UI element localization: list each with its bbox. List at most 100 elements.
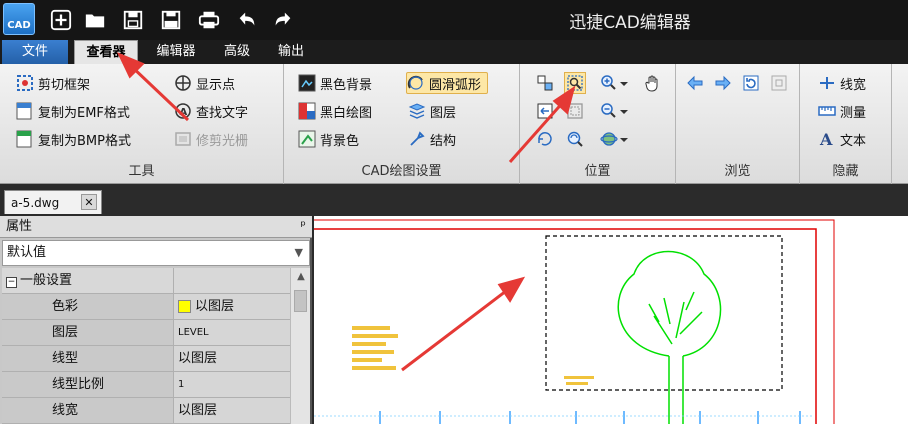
properties-selector[interactable]: 默认值 ▼ [2, 240, 310, 266]
black-white-drawing-button[interactable]: 黑白绘图 [298, 100, 372, 122]
property-value: LEVEL [174, 320, 290, 345]
undo-icon[interactable] [234, 7, 260, 33]
property-name: 图层 [2, 320, 174, 345]
zoom-in-icon[interactable] [598, 72, 620, 94]
black-white-drawing-label: 黑白绘图 [320, 105, 373, 121]
menu-bar: 文件 查看器 编辑器 高级 输出 [0, 40, 908, 64]
trim-raster-button[interactable]: 修剪光栅 [174, 128, 248, 150]
structure-icon [408, 130, 426, 148]
property-value: 以图层 [174, 398, 290, 423]
scroll-up-icon[interactable]: ▲ [291, 268, 311, 286]
text-button[interactable]: A 文本 [818, 128, 866, 150]
property-row[interactable]: 线宽 以图层 [2, 398, 290, 424]
refresh-icon[interactable] [740, 72, 762, 94]
layers-button[interactable]: 图层 [408, 100, 456, 122]
orbit-dropdown-icon[interactable] [618, 128, 630, 150]
smooth-arc-label: 圆滑弧形 [429, 77, 482, 93]
tab-output[interactable]: 输出 [266, 40, 316, 64]
copy-emf-label: 复制为EMF格式 [38, 105, 130, 121]
copy-emf-button[interactable]: 复制为EMF格式 [16, 100, 130, 122]
drawing-canvas[interactable] [314, 216, 908, 424]
zoom-out-icon[interactable] [598, 100, 620, 122]
layers-icon [408, 102, 426, 120]
document-tab[interactable]: a-5.dwg ✕ [4, 190, 102, 214]
property-row[interactable]: 线型 以图层 [2, 346, 290, 372]
ribbon-group-position: 位置 [520, 64, 676, 184]
zoom-window-icon[interactable] [564, 72, 586, 94]
text-label: 文本 [840, 133, 867, 149]
tab-editor[interactable]: 编辑器 [146, 40, 206, 64]
smooth-arc-button[interactable]: 圆滑弧形 [406, 72, 489, 94]
browse-group-label: 浏览 [724, 164, 751, 179]
find-text-icon: A [174, 102, 192, 120]
show-points-label: 显示点 [196, 77, 236, 93]
text-block-orange [352, 326, 594, 385]
emf-icon [16, 102, 34, 120]
browse-disabled-icon[interactable] [768, 72, 790, 94]
previous-view-icon[interactable] [534, 100, 556, 122]
zoom-extents-icon[interactable] [564, 100, 586, 122]
copy-bmp-label: 复制为BMP格式 [38, 133, 131, 149]
property-section-label: 一般设置 [20, 273, 73, 288]
black-background-button[interactable]: 黑色背景 [298, 72, 372, 94]
find-text-button[interactable]: A 查找文字 [174, 100, 248, 122]
redo-icon[interactable] [270, 7, 296, 33]
zoom-realtime-icon[interactable] [564, 128, 586, 150]
line-width-icon [818, 74, 836, 92]
app-title: 迅捷CAD编辑器 [569, 13, 691, 33]
measure-label: 测量 [840, 105, 867, 121]
properties-panel: 属性 ᵖ 默认值 ▼ − 一般设置 色彩 以图层 图层 LEVEL 线型 以图层 … [0, 216, 312, 424]
black-white-icon [298, 102, 316, 120]
tab-file[interactable]: 文件 [2, 40, 68, 64]
zoom-in-dropdown-icon[interactable] [618, 72, 630, 94]
ribbon: 剪切框架 复制为EMF格式 复制为BMP格式 显示点 A 查找文字 修剪光栅 工… [0, 64, 908, 184]
pin-icon[interactable]: ᵖ [300, 216, 306, 238]
measure-button[interactable]: 测量 [818, 100, 866, 122]
arrow-left-icon[interactable] [684, 72, 706, 94]
ruler-icon [818, 102, 836, 120]
layers-label: 图层 [430, 105, 457, 121]
collapse-icon[interactable]: − [6, 277, 17, 288]
property-value: 1 [174, 372, 290, 397]
arrow-right-icon[interactable] [712, 72, 734, 94]
ribbon-group-tools: 剪切框架 复制为EMF格式 复制为BMP格式 显示点 A 查找文字 修剪光栅 工… [0, 64, 284, 184]
structure-label: 结构 [430, 133, 457, 149]
app-logo[interactable]: CAD [3, 3, 35, 35]
cut-frame-button[interactable]: 剪切框架 [16, 72, 90, 94]
property-row[interactable]: 色彩 以图层 [2, 294, 290, 320]
property-row[interactable]: 图层 LEVEL [2, 320, 290, 346]
property-section-general[interactable]: − 一般设置 [2, 268, 290, 294]
orbit-icon[interactable] [598, 128, 620, 150]
fit-to-window-icon[interactable] [534, 72, 556, 94]
property-value: 以图层 [195, 298, 235, 314]
save-icon[interactable] [120, 7, 146, 33]
properties-title: 属性 [6, 219, 33, 234]
open-folder-icon[interactable] [82, 7, 108, 33]
save-pdf-icon[interactable] [158, 7, 184, 33]
show-points-button[interactable]: 显示点 [174, 72, 235, 94]
properties-scrollbar[interactable]: ▲ [290, 268, 310, 424]
property-value: 以图层 [174, 346, 290, 371]
background-color-icon [298, 130, 316, 148]
black-background-label: 黑色背景 [320, 77, 373, 93]
copy-bmp-button[interactable]: 复制为BMP格式 [16, 128, 131, 150]
tab-advanced[interactable]: 高级 [214, 40, 260, 64]
rotate-3d-icon[interactable] [534, 128, 556, 150]
print-icon[interactable] [196, 7, 222, 33]
line-width-button[interactable]: 线宽 [818, 72, 866, 94]
text-icon: A [818, 130, 836, 148]
ribbon-group-hide: 线宽 测量 A 文本 隐藏 [800, 64, 892, 184]
zoom-out-dropdown-icon[interactable] [618, 100, 630, 122]
background-color-button[interactable]: 背景色 [298, 128, 359, 150]
scroll-thumb[interactable] [294, 290, 307, 312]
structure-button[interactable]: 结构 [408, 128, 456, 150]
tab-viewer[interactable]: 查看器 [74, 40, 138, 64]
property-grid: − 一般设置 色彩 以图层 图层 LEVEL 线型 以图层 线型比例 1 线宽 以… [2, 268, 290, 424]
property-row[interactable]: 线型比例 1 [2, 372, 290, 398]
svg-text:A: A [180, 107, 188, 118]
new-icon[interactable] [48, 7, 74, 33]
black-background-icon [298, 74, 316, 92]
pan-hand-icon[interactable] [642, 72, 664, 94]
close-icon[interactable]: ✕ [81, 194, 97, 210]
grid-markers [379, 411, 801, 424]
